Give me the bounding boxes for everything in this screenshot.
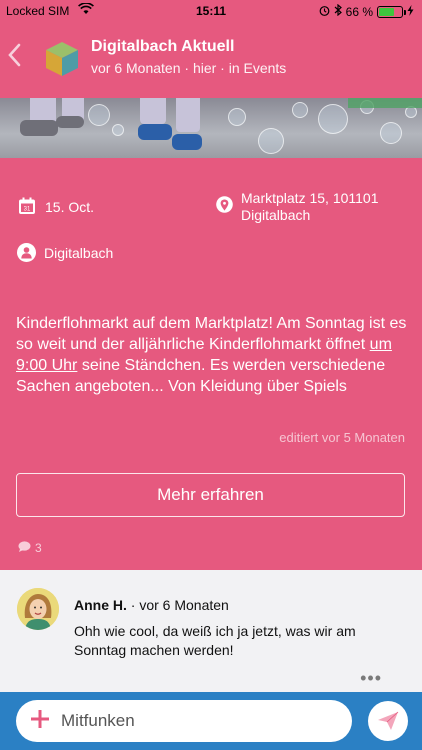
more-info-button[interactable]: Mehr erfahren xyxy=(16,473,405,517)
comment-count[interactable]: 3 xyxy=(18,541,42,555)
event-date: 15. Oct. xyxy=(45,199,95,215)
charging-icon xyxy=(407,4,414,19)
compose-placeholder[interactable]: Mitfunken xyxy=(61,711,135,731)
comment-count-value: 3 xyxy=(35,541,42,555)
event-location-street: Marktplatz 15, 101101 xyxy=(241,190,379,206)
comment-text: Ohh wie cool, da weiß ich ja jetzt, was … xyxy=(74,623,356,658)
event-date-row: 31 15. Oct. xyxy=(18,197,94,218)
comment-bubble-icon xyxy=(18,541,31,555)
event-organizer-row[interactable]: Digitalbach xyxy=(17,243,113,263)
person-icon xyxy=(17,243,36,262)
event-image xyxy=(0,98,422,158)
comment-more-button[interactable]: ••• xyxy=(360,668,382,689)
status-bar: Locked SIM 15:11 66 % xyxy=(0,0,422,22)
plus-icon[interactable] xyxy=(28,709,52,733)
status-right: 66 % xyxy=(319,3,414,19)
calendar-icon: 31 xyxy=(18,197,36,218)
bluetooth-icon xyxy=(334,3,342,19)
alarm-icon xyxy=(319,5,330,19)
svg-text:31: 31 xyxy=(24,207,31,213)
comment-author[interactable]: Anne H. xyxy=(74,597,127,613)
avatar[interactable] xyxy=(17,588,59,630)
page-subtitle: vor 6 Monaten · hier · in Events xyxy=(91,60,287,76)
comment-time: · vor 6 Monaten xyxy=(130,597,229,613)
comment-list: Anne H. · vor 6 Monaten Ohh wie cool, da… xyxy=(0,570,422,692)
location-pin-icon xyxy=(216,196,233,218)
back-chevron-icon[interactable] xyxy=(6,42,30,72)
battery-icon xyxy=(377,5,406,18)
page-title: Digitalbach Aktuell xyxy=(91,38,235,55)
comment-meta: Anne H. · vor 6 Monaten xyxy=(74,597,229,613)
event-description: Kinderflohmarkt auf dem Marktplatz! Am S… xyxy=(16,313,408,397)
header: Digitalbach Aktuell vor 6 Monaten · hier… xyxy=(0,22,422,98)
send-icon[interactable] xyxy=(368,701,408,741)
compose-bar: Mitfunken xyxy=(0,692,422,750)
app-cube-icon xyxy=(44,40,80,78)
battery-percent: 66 % xyxy=(345,4,373,19)
event-location-row[interactable]: Marktplatz 15, 101101 Digitalbach xyxy=(216,190,379,224)
event-location-city: Digitalbach xyxy=(241,207,311,223)
event-organizer: Digitalbach xyxy=(44,245,114,261)
compose-input[interactable]: Mitfunken xyxy=(16,700,352,742)
edited-label: editiert vor 5 Monaten xyxy=(279,430,405,445)
description-text-start: Kinderflohmarkt auf dem Marktplatz! Am S… xyxy=(16,315,407,353)
